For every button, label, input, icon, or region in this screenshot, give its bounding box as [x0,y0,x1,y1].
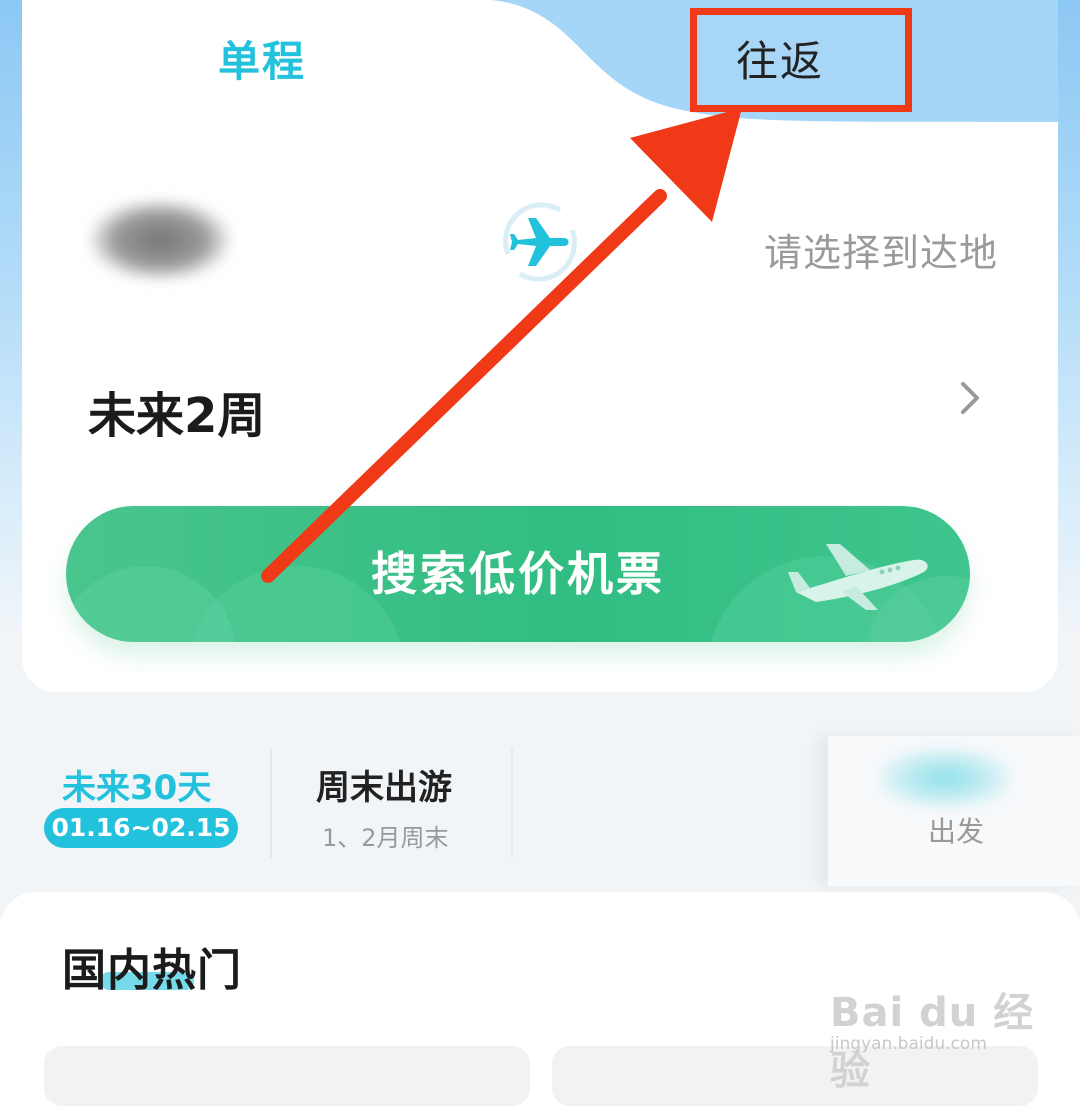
origin-city-blurred[interactable] [90,200,230,280]
quick-filter-next30-badge[interactable]: 01.16~02.15 [44,808,238,848]
date-range-selector[interactable]: 未来2周 [88,376,265,446]
tab-round-trip[interactable]: 往返 [736,28,824,89]
side-card-blurred-content [880,748,1010,808]
destination-input[interactable]: 请选择到达地 [764,222,998,277]
divider [511,748,513,858]
quick-filter-weekend-subtitle[interactable]: 1、2月周末 [322,818,449,853]
search-flights-button[interactable]: 搜索低价机票 [66,506,970,642]
watermark-url: jingyan.baidu.com [830,1034,987,1054]
hot-route-card[interactable] [44,1046,530,1106]
search-button-label: 搜索低价机票 [371,547,665,601]
chevron-right-icon[interactable] [955,378,985,418]
quick-filter-next30-title[interactable]: 未来30天 [62,760,211,809]
divider [270,748,272,858]
hot-routes-title: 国内热门 [62,945,242,996]
tab-one-way[interactable]: 单程 [218,28,306,89]
quick-filter-weekend-title[interactable]: 周末出游 [316,760,452,809]
plane-swap-icon[interactable] [490,192,590,292]
baidu-watermark: Bai du 经验 jingyan.baidu.com [830,962,1070,1094]
side-card-label: 出发 [928,815,985,848]
